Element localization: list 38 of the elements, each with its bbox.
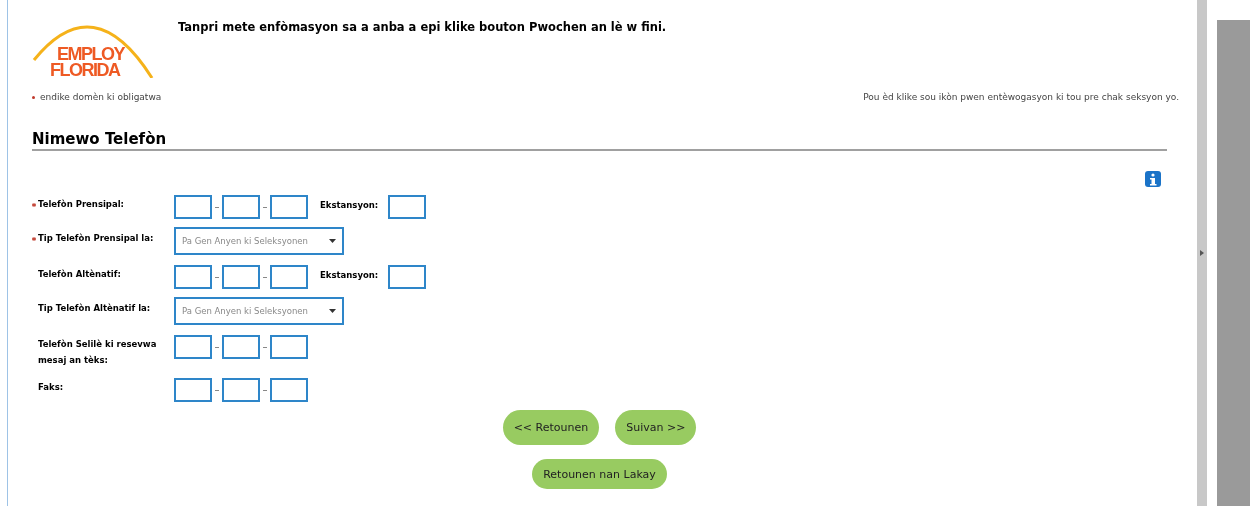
extension-label: Ekstansyon: [320, 200, 379, 210]
phone-input[interactable] [222, 265, 260, 289]
field-label: Telefòn Selilè ki resevwa mesaj an tèks: [38, 338, 158, 367]
phone-input[interactable] [270, 335, 308, 359]
phone-input[interactable] [174, 265, 212, 289]
nav-button[interactable]: << Retounen [502, 410, 600, 445]
extension-input[interactable] [388, 265, 427, 289]
required-note: endike domèn ki obligatwa [40, 92, 162, 102]
nav-button[interactable]: Retounen nan Lakay [532, 459, 667, 489]
extension-label: Ekstansyon: [320, 270, 379, 280]
phone-input[interactable] [222, 195, 260, 219]
bullet-icon [32, 95, 35, 99]
phone-input[interactable] [270, 265, 308, 289]
nav-button[interactable]: Suivan >> [615, 410, 697, 445]
field-label: Tip Telefòn Altènatif la: [38, 302, 152, 315]
field-label: Telefòn Prensipal: [38, 198, 125, 211]
instruction-text: Tanpri mete enfòmasyon sa a anba a epi klike bouton Pwochen an lè w fini. [178, 20, 667, 36]
field-label: Telefòn Altènatif: [38, 268, 122, 281]
select-field[interactable]: Pa Gen Anyen ki Seleksyonen [174, 297, 344, 325]
select-field[interactable]: Pa Gen Anyen ki Seleksyonen [174, 227, 344, 255]
phone-input[interactable] [222, 335, 260, 359]
caret-icon [329, 239, 336, 243]
phone-input[interactable] [174, 378, 212, 402]
phone-input[interactable] [174, 335, 212, 359]
field-label: Faks: [38, 381, 65, 394]
phone-input[interactable] [270, 195, 308, 219]
section-title: Nimewo Telefòn [32, 130, 1167, 151]
extension-input[interactable] [388, 195, 427, 219]
logo: EMPLOY FLORIDA [32, 16, 156, 78]
phone-input[interactable] [174, 195, 212, 219]
scrollbar[interactable] [1197, 0, 1207, 506]
caret-icon [1200, 250, 1204, 256]
field-label: Tip Telefòn Prensipal la: [38, 232, 155, 245]
phone-input[interactable] [222, 378, 260, 402]
info-icon[interactable] [1145, 171, 1161, 187]
caret-icon [329, 309, 336, 313]
phone-input[interactable] [270, 378, 308, 402]
help-note: Pou èd klike sou ikòn pwen entèwogasyon ki tou pre chak seksyon yo. [863, 92, 1179, 102]
